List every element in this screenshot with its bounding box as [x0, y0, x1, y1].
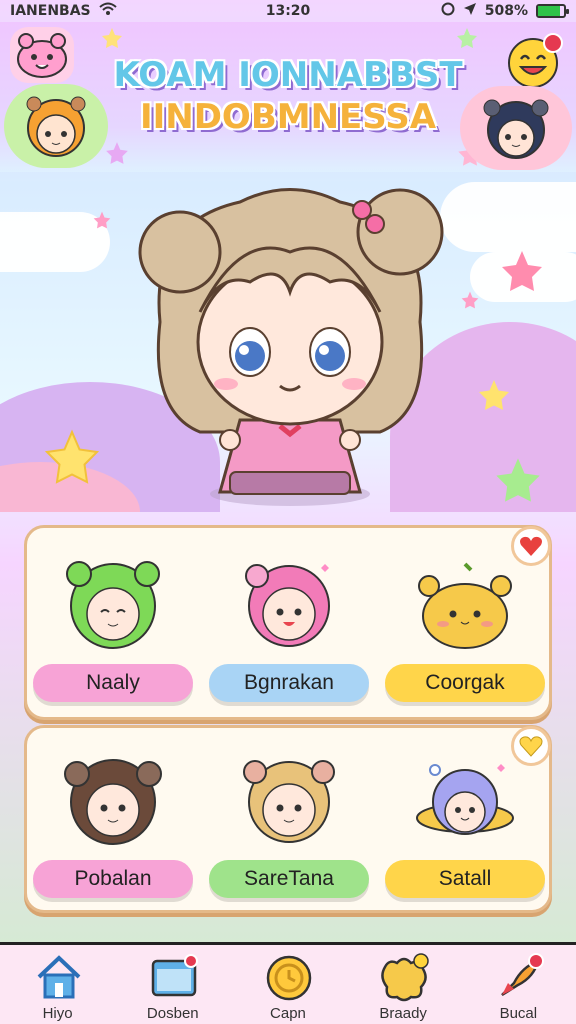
character-name: Naaly: [86, 671, 140, 694]
rocket-icon: [501, 953, 545, 997]
header: KOAM IONNABBST IINDOBMNESSA: [0, 22, 576, 172]
character-name-pill[interactable]: Coorgak: [385, 664, 545, 702]
character-name: Pobalan: [74, 867, 152, 890]
bottom-nav: Hiyo Dosben Capn Braady Bucal: [0, 942, 576, 1024]
character-avatar-yellow: [418, 562, 512, 649]
hero-scene: [0, 172, 576, 512]
app-title-line2: IINDOBMNESSA: [139, 97, 437, 137]
nav-item-bucal[interactable]: Bucal: [463, 945, 573, 1024]
star-icon: [498, 247, 546, 299]
nav-item-braady[interactable]: Braady: [348, 945, 458, 1024]
character-name-pill[interactable]: Pobalan: [33, 860, 193, 898]
character-name: Coorgak: [425, 671, 505, 694]
nav-label: Braady: [379, 1005, 427, 1022]
star-icon: [492, 454, 544, 510]
puzzle-icon: [381, 953, 429, 1002]
nav-label: Bucal: [499, 1005, 538, 1022]
character-slot[interactable]: Naaly: [33, 536, 193, 716]
main-character[interactable]: [130, 172, 450, 512]
alarm-icon: [441, 2, 455, 20]
star-icon: [92, 210, 112, 234]
star-icon: [476, 377, 512, 417]
wifi-icon: [98, 2, 117, 20]
nav-item-capn[interactable]: Capn: [233, 945, 343, 1024]
orange-haired-girl-avatar[interactable]: [4, 84, 108, 168]
character-name-pill[interactable]: Satall: [385, 860, 545, 898]
character-card-row-2: Pobalan SareTana Satall: [24, 725, 552, 913]
character-avatar-green: [66, 561, 160, 649]
pink-creature-icon[interactable]: [10, 27, 74, 83]
nav-item-hiyo[interactable]: Hiyo: [3, 945, 113, 1024]
navy-haired-girl-avatar[interactable]: [460, 86, 572, 170]
character-name: Satall: [438, 867, 492, 890]
character-slot[interactable]: Bgnrakan: [209, 536, 369, 716]
character-slot[interactable]: SareTana: [209, 732, 369, 912]
nav-label: Capn: [270, 1005, 306, 1022]
character-card-row-1: Naaly Bgnrakan Coorgak: [24, 525, 552, 720]
star-icon: [104, 140, 130, 170]
character-name-pill[interactable]: Bgnrakan: [209, 664, 369, 702]
character-avatar-pink: [245, 564, 330, 647]
folder-icon: [151, 954, 198, 997]
character-name-pill[interactable]: SareTana: [209, 860, 369, 898]
character-slot[interactable]: Satall: [385, 732, 545, 912]
character-avatar-brown: [64, 759, 162, 845]
character-avatar-blonde: [243, 760, 335, 843]
coin-icon: [266, 955, 312, 1001]
battery-icon: [536, 4, 569, 18]
location-icon: [463, 2, 477, 20]
character-slot[interactable]: Pobalan: [33, 732, 193, 912]
character-avatar-lavender: [416, 764, 514, 835]
cloud: [440, 182, 576, 252]
character-slot[interactable]: Coorgak: [385, 536, 545, 716]
battery-fill: [538, 6, 561, 16]
house-icon: [37, 955, 80, 999]
app-title-line1: KOAM IONNABBST: [113, 55, 463, 95]
star-icon: [100, 26, 124, 54]
battery-percent: 508%: [484, 3, 528, 19]
nav-label: Dosben: [146, 1005, 199, 1022]
status-bar: IANENBAS 13:20 508%: [0, 0, 576, 22]
carrier-label: IANENBAS: [10, 3, 91, 19]
character-name: SareTana: [244, 867, 334, 890]
star-icon: [460, 290, 480, 314]
character-name-pill[interactable]: Naaly: [33, 664, 193, 702]
smile-emoji-icon[interactable]: [502, 32, 564, 90]
status-time: 13:20: [265, 3, 311, 19]
star-icon: [455, 26, 479, 54]
character-name: Bgnrakan: [244, 671, 334, 694]
nav-item-dosben[interactable]: Dosben: [118, 945, 228, 1024]
nav-label: Hiyo: [42, 1005, 73, 1022]
star-icon: [42, 427, 102, 491]
